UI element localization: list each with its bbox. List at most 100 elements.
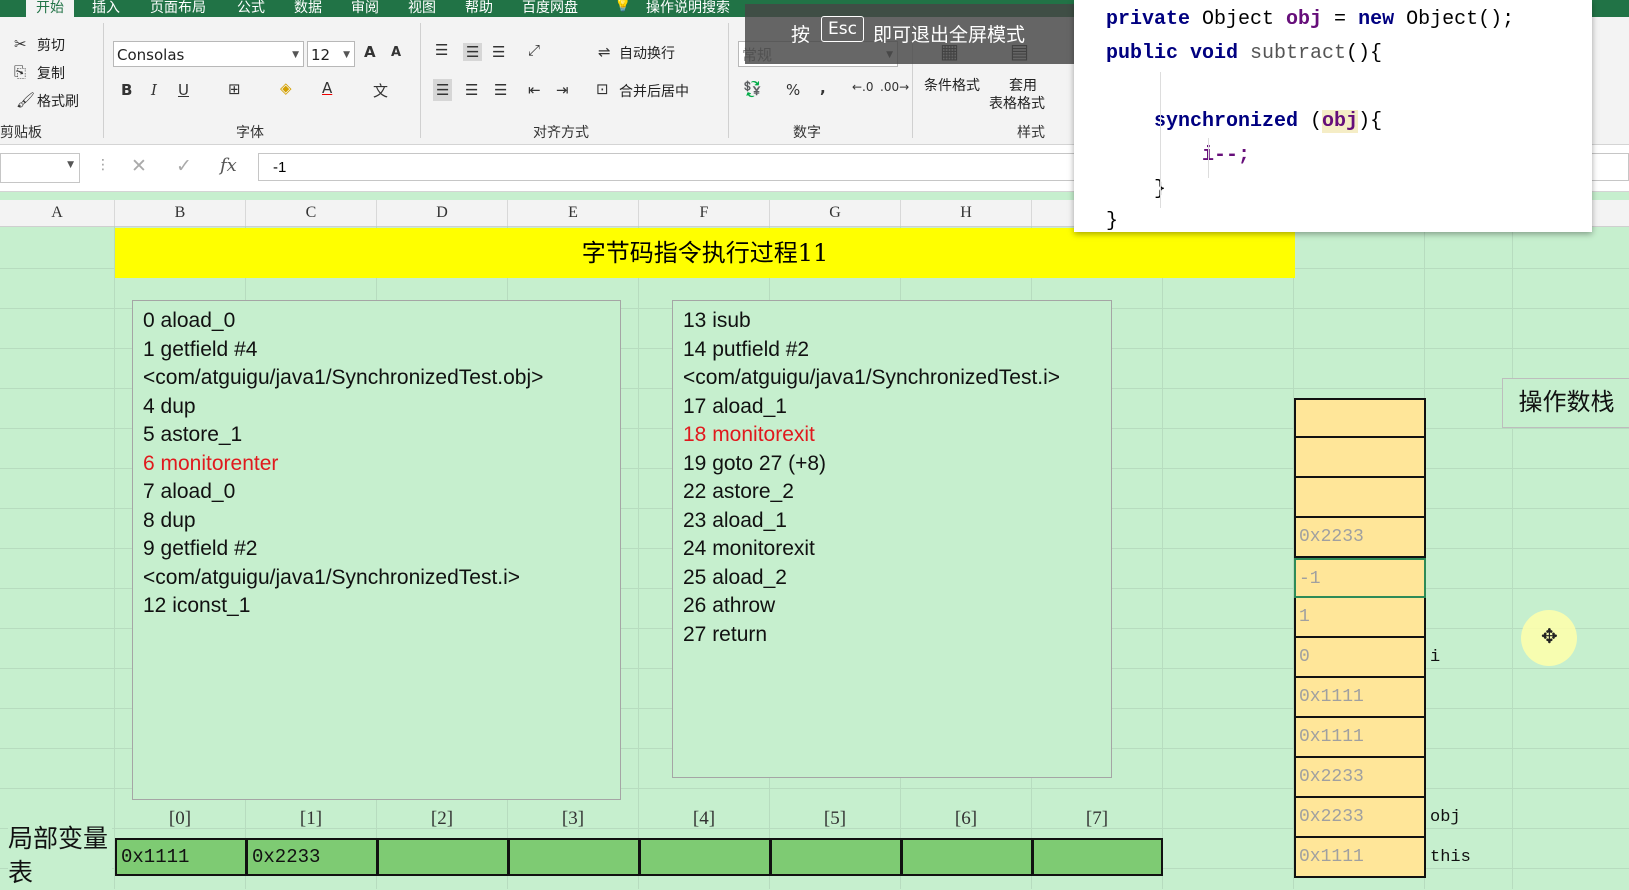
bytecode-line: 25 aload_2	[683, 565, 787, 589]
local-var-slot[interactable]	[639, 838, 771, 876]
code-field: obj	[1286, 8, 1323, 31]
merge-center-button[interactable]: 合并后居中	[619, 81, 689, 101]
font-size-combo[interactable]: 12 ▼	[307, 41, 355, 67]
tab-home[interactable]: 开始	[26, 0, 74, 17]
local-var-slot[interactable]	[901, 838, 1033, 876]
stack-cell[interactable]: 1	[1294, 598, 1426, 638]
comma-button[interactable]: ,	[820, 79, 826, 97]
currency-icon[interactable]: 💱	[743, 80, 762, 98]
enter-check-icon[interactable]: ✓	[176, 155, 192, 177]
tell-me-search[interactable]: 操作说明搜索	[646, 0, 730, 17]
bytecode-line: 14 putfield #2	[683, 337, 810, 361]
page-title: 字节码指令执行过程11	[115, 228, 1295, 278]
stack-cell-label: i	[1430, 648, 1441, 667]
grow-font-button[interactable]: A	[364, 43, 376, 61]
bytecode-line: 6 monitorenter	[143, 451, 279, 475]
code-line-2: public void subtract(){	[1106, 42, 1382, 65]
tab-formulas[interactable]: 公式	[237, 0, 265, 17]
bytecode-line: 1 getfield #4	[143, 337, 258, 361]
bytecode-line: 4 dup	[143, 394, 196, 418]
stack-cell[interactable]	[1294, 438, 1426, 478]
tab-review[interactable]: 审阅	[351, 0, 379, 17]
align-right-icon[interactable]: ☰	[494, 81, 507, 99]
column-header-d[interactable]: D	[377, 200, 508, 226]
column-header-e[interactable]: E	[508, 200, 639, 226]
tab-baidu-netdisk[interactable]: 百度网盘	[522, 0, 578, 17]
decrease-indent-icon[interactable]: ⇤	[528, 81, 541, 99]
local-var-slot[interactable]	[770, 838, 902, 876]
stack-cell[interactable]: 0x2233	[1294, 518, 1426, 558]
cancel-icon[interactable]: ✕	[131, 155, 147, 177]
stack-cell[interactable]: 0x2233	[1294, 758, 1426, 798]
local-var-index: [7]	[1085, 808, 1109, 829]
increase-decimal-icon[interactable]: ←.0	[852, 80, 874, 94]
insert-function-icon[interactable]: fx	[220, 155, 237, 176]
table-format-button-line1[interactable]: 套用	[1009, 75, 1037, 95]
bytecode-line: 18 monitorexit	[683, 423, 815, 446]
grid-line	[1512, 226, 1513, 889]
tab-insert[interactable]: 插入	[92, 0, 120, 17]
bytecode-box-right: 13 isub 14 putfield #2 <com/atguigu/java1/…	[672, 300, 1112, 778]
local-var-slot[interactable]: 0x1111	[115, 838, 247, 876]
font-name-combo[interactable]: Consolas ▼	[113, 41, 304, 67]
ribbon-separator	[420, 23, 421, 138]
column-header-c[interactable]: C	[246, 200, 377, 226]
font-color-button[interactable]: A	[322, 79, 332, 97]
stack-cell-label: this	[1430, 848, 1471, 867]
align-middle-icon[interactable]: ☰	[463, 43, 483, 61]
column-header-h[interactable]: H	[901, 200, 1032, 226]
local-var-index: [5]	[823, 808, 847, 829]
font-name-value: Consolas	[117, 46, 185, 64]
tab-page-layout[interactable]: 页面布局	[150, 0, 206, 17]
table-format-button-line2[interactable]: 表格格式	[989, 93, 1045, 113]
code-text: ){	[1358, 110, 1383, 133]
bold-button[interactable]: B	[121, 81, 132, 99]
stack-cell[interactable]: 0x1111	[1294, 678, 1426, 718]
bytecode-line: 13 isub	[683, 309, 751, 332]
local-var-slot[interactable]	[508, 838, 640, 876]
copy-button[interactable]: 复制	[37, 63, 65, 83]
align-left-icon[interactable]: ☰	[433, 79, 453, 101]
align-top-icon[interactable]: ☰	[435, 41, 448, 59]
cut-button[interactable]: 剪切	[37, 35, 65, 55]
stack-cell[interactable]: 0x2233	[1294, 798, 1426, 838]
underline-button[interactable]: U	[178, 81, 189, 99]
code-line-3: synchronized (obj){	[1154, 110, 1382, 133]
align-center-icon[interactable]: ☰	[465, 81, 478, 99]
align-bottom-icon[interactable]: ☰	[492, 43, 505, 61]
local-var-slot[interactable]	[1032, 838, 1163, 876]
stack-cell[interactable]	[1294, 478, 1426, 518]
column-header-g[interactable]: G	[770, 200, 901, 226]
decrease-decimal-icon[interactable]: .00→	[880, 80, 909, 94]
column-header-f[interactable]: F	[639, 200, 770, 226]
name-box[interactable]: ▼	[0, 153, 80, 183]
stack-cell[interactable]: 0	[1294, 638, 1426, 678]
orientation-icon[interactable]: ⤢	[528, 41, 540, 59]
conditional-format-button[interactable]: 条件格式	[924, 75, 980, 95]
border-icon[interactable]: ⊞	[228, 80, 241, 98]
percent-button[interactable]: %	[786, 81, 800, 99]
italic-button[interactable]: I	[151, 81, 157, 99]
bytecode-line: 27 return	[683, 622, 768, 646]
stack-cell[interactable]: -1	[1294, 558, 1426, 598]
local-var-slot[interactable]: 0x2233	[246, 838, 378, 876]
column-header-a[interactable]: A	[0, 200, 115, 226]
phonetic-icon[interactable]: 文	[373, 80, 388, 101]
local-var-index: [3]	[561, 808, 585, 829]
local-var-index: [1]	[299, 808, 323, 829]
stack-cell[interactable]: 0x1111	[1294, 838, 1426, 878]
wrap-text-button[interactable]: 自动换行	[619, 43, 675, 63]
shrink-font-button[interactable]: A	[391, 45, 401, 60]
stack-cell[interactable]: 0x1111	[1294, 718, 1426, 758]
increase-indent-icon[interactable]: ⇥	[556, 81, 569, 99]
fill-color-icon[interactable]: ◈	[280, 79, 292, 97]
tab-help[interactable]: 帮助	[465, 0, 493, 17]
java-code-popup: private Object obj = new Object(); publi…	[1074, 0, 1592, 233]
tab-data[interactable]: 数据	[294, 0, 322, 17]
bytecode-line: 5 astore_1	[143, 423, 243, 446]
local-var-slot[interactable]	[377, 838, 509, 876]
stack-cell[interactable]	[1294, 398, 1426, 438]
format-painter-button[interactable]: 格式刷	[37, 91, 79, 111]
tab-view[interactable]: 视图	[408, 0, 436, 17]
column-header-b[interactable]: B	[115, 200, 246, 226]
